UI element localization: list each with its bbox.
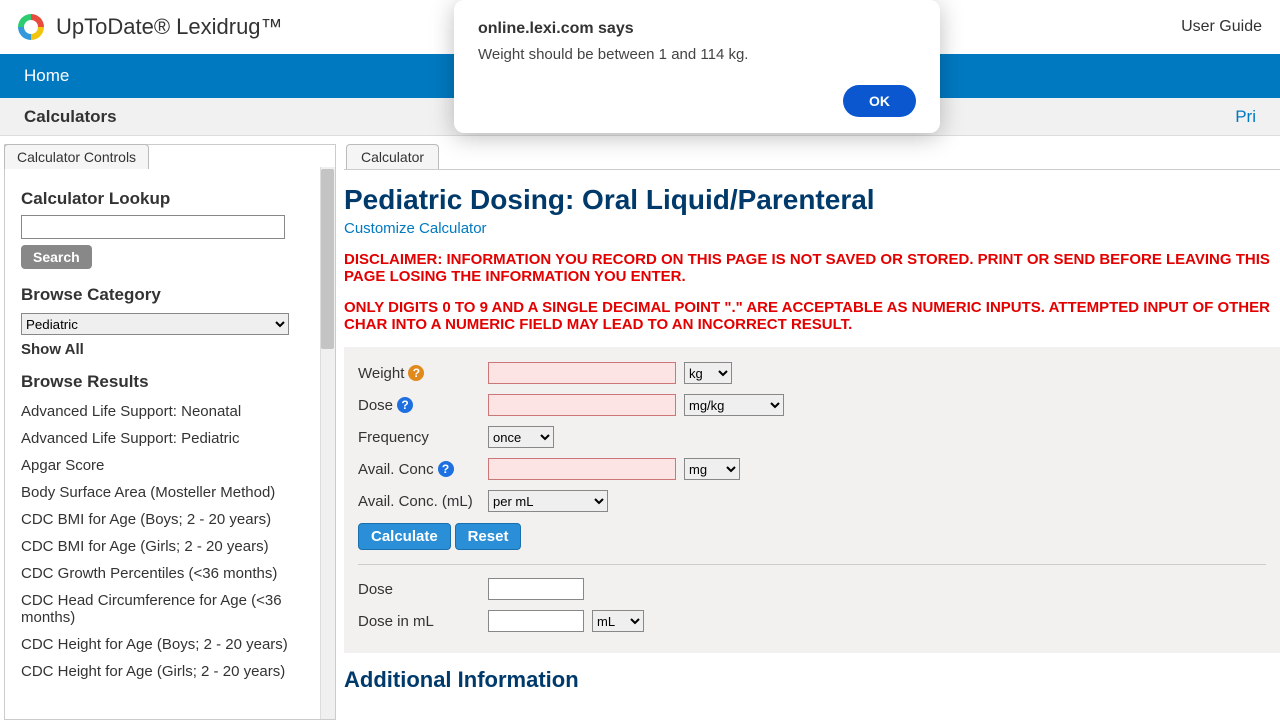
list-item[interactable]: Advanced Life Support: Neonatal [21,398,319,425]
sidebar-tab[interactable]: Calculator Controls [4,144,149,169]
alert-dialog: online.lexi.com says Weight should be be… [454,0,940,133]
disclaimer-1: DISCLAIMER: INFORMATION YOU RECORD ON TH… [344,251,1280,285]
page-title: Pediatric Dosing: Oral Liquid/Parenteral [344,184,1280,216]
weight-input[interactable] [488,362,676,384]
weight-unit-select[interactable]: kg [684,362,732,384]
content-area: Calculator Pediatric Dosing: Oral Liquid… [336,144,1280,720]
customize-link[interactable]: Customize Calculator [344,220,487,237]
alert-ok-button[interactable]: OK [843,85,916,117]
alert-domain: online.lexi.com says [478,20,916,38]
category-select[interactable]: Pediatric [21,313,289,335]
dose-label: Dose [358,397,393,414]
scrollbar-thumb[interactable] [321,169,334,349]
frequency-select[interactable]: once [488,426,554,448]
calculator-form: Weight? kg Dose? mg/kg Frequency once Av… [344,347,1280,653]
list-item[interactable]: CDC BMI for Age (Boys; 2 - 20 years) [21,506,319,533]
print-link[interactable]: Pri [1235,107,1256,127]
weight-label: Weight [358,365,404,382]
subnav-title: Calculators [24,107,117,127]
additional-info-heading: Additional Information [344,667,1280,693]
alert-message: Weight should be between 1 and 114 kg. [478,46,916,63]
nav-home[interactable]: Home [24,66,69,86]
list-item[interactable]: CDC Head Circumference for Age (<36 mont… [21,587,319,631]
list-item[interactable]: Body Surface Area (Mosteller Method) [21,479,319,506]
calculate-button[interactable]: Calculate [358,523,451,550]
frequency-label: Frequency [358,429,488,446]
browse-category-heading: Browse Category [21,285,319,305]
output-doseml-unit[interactable]: mL [592,610,644,632]
conc-input[interactable] [488,458,676,480]
output-dose-label: Dose [358,581,488,598]
conc-label: Avail. Conc [358,461,434,478]
help-icon[interactable]: ? [438,461,454,477]
dose-input[interactable] [488,394,676,416]
list-item[interactable]: CDC Growth Percentiles (<36 months) [21,560,319,587]
output-dose [488,578,584,600]
help-icon[interactable]: ? [408,365,424,381]
list-item[interactable]: CDC Height for Age (Girls; 2 - 20 years) [21,658,319,685]
list-item[interactable]: CDC BMI for Age (Girls; 2 - 20 years) [21,533,319,560]
disclaimer-2: ONLY DIGITS 0 TO 9 AND A SINGLE DECIMAL … [344,299,1280,333]
concml-label: Avail. Conc. (mL) [358,493,488,510]
content-tab[interactable]: Calculator [346,144,439,169]
dose-unit-select[interactable]: mg/kg [684,394,784,416]
show-all-link[interactable]: Show All [21,341,319,358]
list-item[interactable]: Apgar Score [21,452,319,479]
brand-logo-icon [18,14,44,40]
user-guide-link[interactable]: User Guide [1181,18,1262,36]
output-doseml [488,610,584,632]
output-doseml-label: Dose in mL [358,613,488,630]
lookup-heading: Calculator Lookup [21,189,319,209]
browse-results-heading: Browse Results [21,372,319,392]
list-item[interactable]: CDC Height for Age (Boys; 2 - 20 years) [21,631,319,658]
list-item[interactable]: Advanced Life Support: Pediatric [21,425,319,452]
brand-name: UpToDate® Lexidrug™ [56,14,283,40]
reset-button[interactable]: Reset [455,523,522,550]
conc-unit-select[interactable]: mg [684,458,740,480]
concml-select[interactable]: per mL [488,490,608,512]
search-button[interactable]: Search [21,245,92,269]
lookup-input[interactable] [21,215,285,239]
results-list: Advanced Life Support: NeonatalAdvanced … [21,398,319,685]
help-icon[interactable]: ? [397,397,413,413]
sidebar: Calculator Controls Calculator Lookup Se… [4,144,336,720]
